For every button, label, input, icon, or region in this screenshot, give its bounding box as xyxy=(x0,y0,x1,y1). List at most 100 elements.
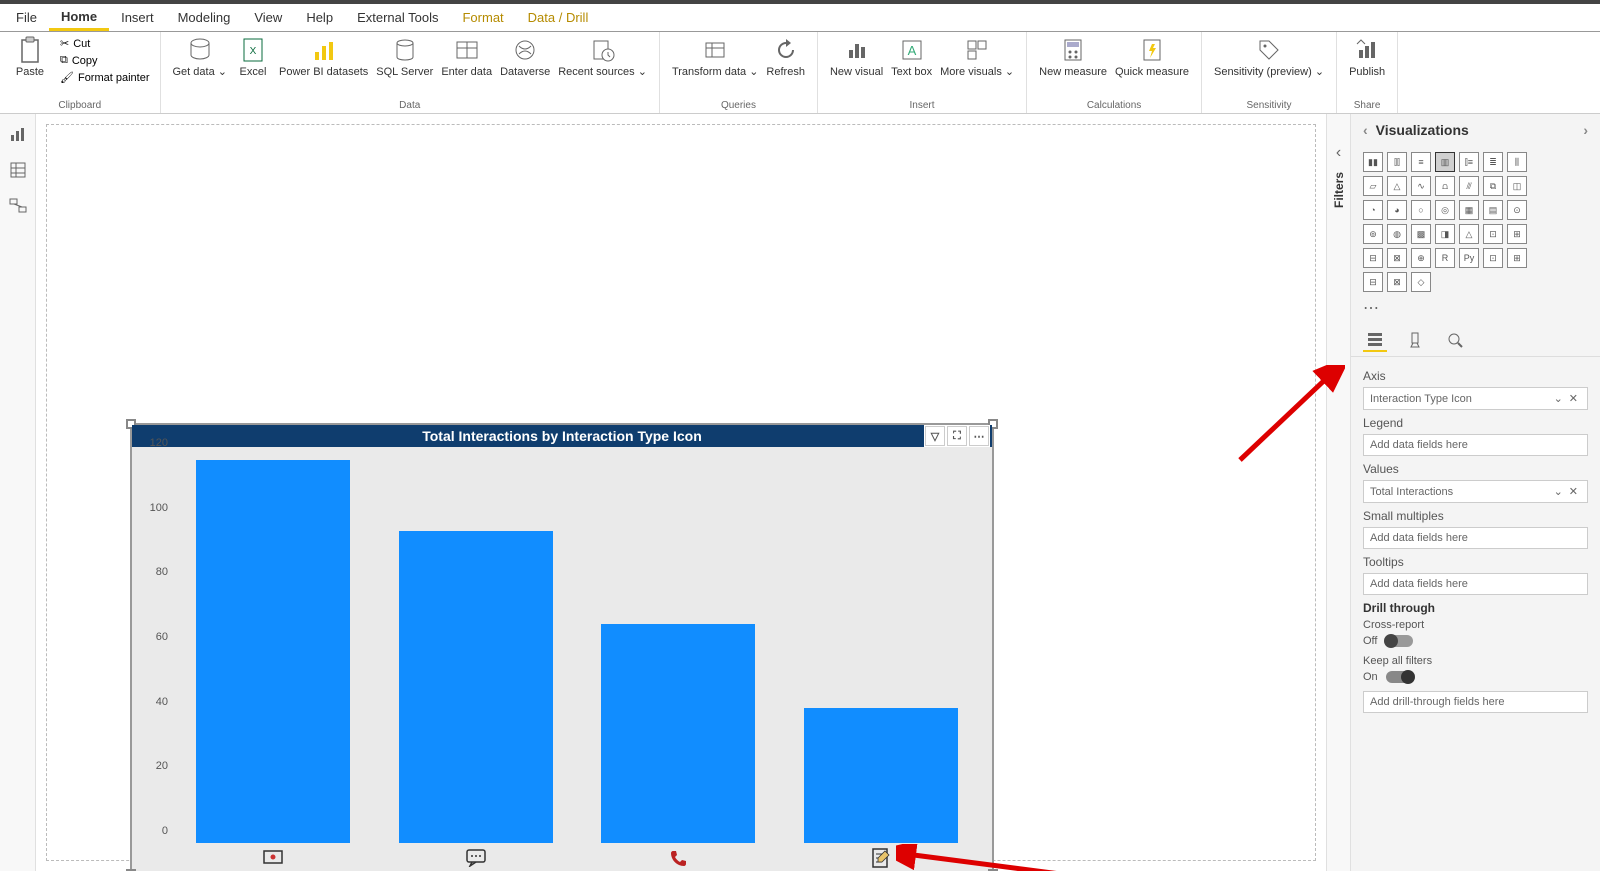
dataverse-button[interactable]: Dataverse xyxy=(496,34,554,80)
drill-through-well[interactable]: Add drill-through fields here xyxy=(1363,691,1588,713)
report-canvas[interactable]: Total Interactions by Interaction Type I… xyxy=(36,114,1326,871)
quick-measure-button[interactable]: Quick measure xyxy=(1111,34,1193,80)
viz-type-18[interactable]: ▦ xyxy=(1459,200,1479,220)
report-view-button[interactable] xyxy=(6,122,30,146)
viz-type-14[interactable]: ◔ xyxy=(1363,200,1383,220)
sql-button[interactable]: SQL Server xyxy=(372,34,437,80)
viz-type-0[interactable]: ▮▮ xyxy=(1363,152,1383,172)
viz-type-9[interactable]: ∿ xyxy=(1411,176,1431,196)
viz-type-27[interactable]: ⊞ xyxy=(1507,224,1527,244)
viz-type-19[interactable]: ▤ xyxy=(1483,200,1503,220)
viz-type-33[interactable]: ⊡ xyxy=(1483,248,1503,268)
viz-type-37[interactable]: ◇ xyxy=(1411,272,1431,292)
viz-type-31[interactable]: R xyxy=(1435,248,1455,268)
cut-button[interactable]: ✂Cut xyxy=(58,36,152,51)
menu-format[interactable]: Format xyxy=(450,6,515,29)
tooltips-well[interactable]: Add data fields here xyxy=(1363,573,1588,595)
viz-type-29[interactable]: ⊠ xyxy=(1387,248,1407,268)
viz-type-30[interactable]: ⊕ xyxy=(1411,248,1431,268)
viz-type-25[interactable]: △ xyxy=(1459,224,1479,244)
publish-button[interactable]: Publish xyxy=(1345,34,1389,80)
viz-type-4[interactable]: ⫿≡ xyxy=(1459,152,1479,172)
pbi-datasets-button[interactable]: Power BI datasets xyxy=(275,34,372,80)
viz-type-15[interactable]: ◕ xyxy=(1387,200,1407,220)
analytics-tab[interactable] xyxy=(1443,328,1467,352)
recent-sources-button[interactable]: Recent sources ⌄ xyxy=(554,34,651,80)
cross-report-toggle[interactable] xyxy=(1385,635,1413,647)
more-visuals-ellipsis[interactable]: ⋯ xyxy=(1351,298,1600,324)
viz-type-17[interactable]: ◎ xyxy=(1435,200,1455,220)
viz-type-28[interactable]: ⊟ xyxy=(1363,248,1383,268)
viz-type-16[interactable]: ○ xyxy=(1411,200,1431,220)
funnel-icon: ▽ xyxy=(931,430,939,443)
format-tab[interactable] xyxy=(1403,328,1427,352)
new-visual-button[interactable]: New visual xyxy=(826,34,887,80)
bar[interactable] xyxy=(804,708,958,843)
visual-filter-button[interactable]: ▽ xyxy=(925,426,945,446)
menu-home[interactable]: Home xyxy=(49,5,109,31)
more-options-button[interactable]: ⋯ xyxy=(969,426,989,446)
viz-type-35[interactable]: ⊟ xyxy=(1363,272,1383,292)
text-box-button[interactable]: AText box xyxy=(887,34,936,80)
viz-type-3[interactable]: ▥ xyxy=(1435,152,1455,172)
viz-type-1[interactable]: ⫿⫿ xyxy=(1387,152,1407,172)
keep-filters-toggle[interactable] xyxy=(1386,671,1414,683)
viz-type-11[interactable]: ⫻ xyxy=(1459,176,1479,196)
bar[interactable] xyxy=(399,531,553,843)
bar[interactable] xyxy=(196,460,350,843)
paste-button[interactable]: Paste xyxy=(8,34,52,80)
axis-field-well[interactable]: Interaction Type Icon⌄✕ xyxy=(1363,387,1588,410)
new-measure-button[interactable]: New measure xyxy=(1035,34,1111,80)
viz-type-26[interactable]: ⊡ xyxy=(1483,224,1503,244)
bar[interactable] xyxy=(601,624,755,843)
viz-type-10[interactable]: ⩍ xyxy=(1435,176,1455,196)
filters-pane-collapsed[interactable]: ‹ Filters xyxy=(1326,114,1350,871)
sensitivity-button[interactable]: Sensitivity (preview) ⌄ xyxy=(1210,34,1328,80)
get-data-button[interactable]: Get data ⌄ xyxy=(169,34,231,80)
viz-type-21[interactable]: ⊚ xyxy=(1363,224,1383,244)
viz-type-34[interactable]: ⊞ xyxy=(1507,248,1527,268)
refresh-button[interactable]: Refresh xyxy=(762,34,809,80)
chevron-down-icon[interactable]: ⌄ xyxy=(1551,392,1566,405)
remove-icon[interactable]: ✕ xyxy=(1566,392,1581,405)
fields-tab[interactable] xyxy=(1363,328,1387,352)
more-visuals-button[interactable]: More visuals ⌄ xyxy=(936,34,1018,80)
menu-external-tools[interactable]: External Tools xyxy=(345,6,450,29)
remove-icon[interactable]: ✕ xyxy=(1566,485,1581,498)
focus-mode-button[interactable]: ⛶ xyxy=(947,426,967,446)
model-view-button[interactable] xyxy=(6,194,30,218)
menu-modeling[interactable]: Modeling xyxy=(166,6,243,29)
data-view-button[interactable] xyxy=(6,158,30,182)
menu-help[interactable]: Help xyxy=(294,6,345,29)
viz-type-13[interactable]: ◫ xyxy=(1507,176,1527,196)
menu-file[interactable]: File xyxy=(4,6,49,29)
chart-visual[interactable]: Total Interactions by Interaction Type I… xyxy=(131,424,993,871)
menu-insert[interactable]: Insert xyxy=(109,6,166,29)
menu-data-drill[interactable]: Data / Drill xyxy=(516,6,601,29)
copy-button[interactable]: ⧉Copy xyxy=(58,53,152,68)
menu-view[interactable]: View xyxy=(242,6,294,29)
copy-icon: ⧉ xyxy=(60,54,68,67)
viz-type-7[interactable]: ▱ xyxy=(1363,176,1383,196)
viz-type-6[interactable]: ⫼ xyxy=(1507,152,1527,172)
viz-type-2[interactable]: ≡ xyxy=(1411,152,1431,172)
viz-type-23[interactable]: ▩ xyxy=(1411,224,1431,244)
viz-type-8[interactable]: △ xyxy=(1387,176,1407,196)
chevron-right-icon[interactable]: › xyxy=(1583,122,1588,138)
chevron-left-icon[interactable]: ‹ xyxy=(1363,122,1368,138)
small-multiples-well[interactable]: Add data fields here xyxy=(1363,527,1588,549)
format-painter-button[interactable]: 🖌Format painter xyxy=(58,70,152,85)
viz-type-22[interactable]: ◍ xyxy=(1387,224,1407,244)
chevron-down-icon[interactable]: ⌄ xyxy=(1551,485,1566,498)
viz-type-24[interactable]: ◨ xyxy=(1435,224,1455,244)
viz-type-12[interactable]: ⧉ xyxy=(1483,176,1503,196)
viz-type-20[interactable]: ⊙ xyxy=(1507,200,1527,220)
values-field-well[interactable]: Total Interactions⌄✕ xyxy=(1363,480,1588,503)
excel-button[interactable]: XExcel xyxy=(231,34,275,80)
enter-data-button[interactable]: Enter data xyxy=(437,34,496,80)
transform-data-button[interactable]: Transform data ⌄ xyxy=(668,34,762,80)
viz-type-5[interactable]: ≣ xyxy=(1483,152,1503,172)
viz-type-36[interactable]: ⊠ xyxy=(1387,272,1407,292)
viz-type-32[interactable]: Py xyxy=(1459,248,1479,268)
legend-field-well[interactable]: Add data fields here xyxy=(1363,434,1588,456)
